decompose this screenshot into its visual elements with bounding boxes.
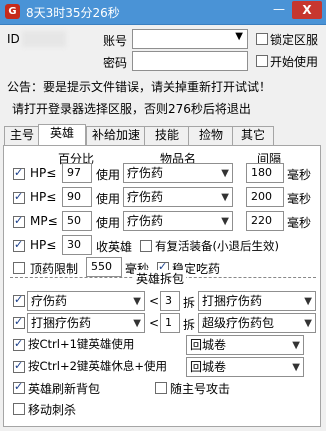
unpack-row-2-item: 打捆疗伤药 <box>31 316 92 330</box>
potion-row-1-stat: HP≤ <box>30 166 57 180</box>
lock-server-checkbox[interactable] <box>256 33 268 45</box>
potion-row-3-value[interactable]: 50 <box>62 211 92 231</box>
unpack-row-2-target: 超级疗伤药包 <box>202 316 275 330</box>
unpack-row-1-item: 疗伤药 <box>31 294 68 308</box>
account-label: 账号 <box>103 34 128 48</box>
unpack-row-1-split: 拆 <box>183 296 196 310</box>
hotkey-2-item-select[interactable]: 回城卷 ▼ <box>186 357 304 377</box>
potion-row-1-item-select[interactable]: 疗伤药 ▼ <box>123 163 233 183</box>
tab-main[interactable]: 主号 <box>4 126 40 145</box>
unpack-row-2-lt: < <box>149 316 160 330</box>
instruction-text: 请打开登录器选择区服，否则276秒后将退出 <box>12 102 251 116</box>
revive-checkbox[interactable] <box>140 240 152 252</box>
unpack-row-1-target-select[interactable]: 打捆疗伤药 ▼ <box>198 291 316 311</box>
hero-unpack-title: 英雄拆包 <box>134 270 187 287</box>
potion-row-3-unit: 毫秒 <box>287 216 312 230</box>
chevron-down-icon: ▼ <box>235 31 243 42</box>
tab-supply[interactable]: 补给加速 <box>86 126 146 145</box>
potion-row-1-item: 疗伤药 <box>127 166 164 180</box>
unpack-row-1-target: 打捆疗伤药 <box>202 294 263 308</box>
limit-label: 顶药限制 <box>30 262 79 276</box>
potion-row-3-item-select[interactable]: 疗伤药 ▼ <box>123 211 233 231</box>
potion-row-1-unit: 毫秒 <box>287 168 312 182</box>
close-button[interactable]: X <box>292 1 322 19</box>
account-field[interactable]: ▼ <box>132 29 248 49</box>
unpack-row-1-item-select[interactable]: 疗伤药 ▼ <box>27 291 145 311</box>
hotkey-1-item: 回城卷 <box>190 338 227 352</box>
potion-row-2-value[interactable]: 90 <box>62 187 92 207</box>
recall-label: 收英雄 <box>96 240 133 254</box>
unpack-row-2-split: 拆 <box>183 318 196 332</box>
chevron-down-icon: ▼ <box>133 318 141 329</box>
potion-row-2-checkbox[interactable] <box>13 190 25 204</box>
follow-attack-checkbox[interactable] <box>155 382 167 394</box>
refresh-bag-label: 英雄刷新背包 <box>28 382 101 396</box>
potion-row-3-checkbox[interactable] <box>13 214 25 228</box>
unpack-row-1-checkbox[interactable] <box>13 293 25 307</box>
potion-row-2-interval[interactable]: 200 <box>246 187 284 207</box>
start-use-label: 开始使用 <box>270 55 319 69</box>
hotkey-2-label: 按Ctrl+2键英雄休息+使用 <box>28 359 168 373</box>
password-label: 密码 <box>103 56 128 70</box>
chevron-down-icon: ▼ <box>133 296 141 307</box>
refresh-bag-checkbox[interactable] <box>13 380 25 394</box>
id-redacted <box>22 31 66 47</box>
unpack-row-1-lt: < <box>149 294 160 308</box>
potion-row-2-item-select[interactable]: 疗伤药 ▼ <box>123 187 233 207</box>
potion-row-3-use: 使用 <box>96 216 121 230</box>
hotkey-2-checkbox[interactable] <box>13 359 25 373</box>
potion-row-3-item: 疗伤药 <box>127 214 164 228</box>
lock-server-label: 锁定区服 <box>270 33 319 47</box>
limit-checkbox[interactable] <box>13 262 25 274</box>
chevron-down-icon: ▼ <box>304 296 312 307</box>
hotkey-2-item: 回城卷 <box>190 360 227 374</box>
minimize-button[interactable]: — <box>268 0 290 20</box>
unpack-row-2-target-select[interactable]: 超级疗伤药包 ▼ <box>198 313 316 333</box>
id-label: ID <box>7 32 20 46</box>
unpack-row-2-item-select[interactable]: 打捆疗伤药 ▼ <box>27 313 145 333</box>
move-stab-checkbox[interactable] <box>13 403 25 415</box>
recall-stat: HP≤ <box>30 238 57 252</box>
potion-row-1-interval[interactable]: 180 <box>246 163 284 183</box>
tab-hero[interactable]: 英雄 <box>38 124 86 146</box>
unpack-row-2-count[interactable]: 1 <box>160 313 180 333</box>
hotkey-1-label: 按Ctrl+1键英雄使用 <box>28 337 135 351</box>
potion-row-1-use: 使用 <box>96 168 121 182</box>
announcement-text: 公告：要是提示文件错误，请关掉重新打开试试！ <box>7 80 272 94</box>
tab-skills[interactable]: 技能 <box>144 126 190 145</box>
tab-other[interactable]: 其它 <box>232 126 274 145</box>
potion-row-3-stat: MP≤ <box>30 214 58 228</box>
recall-value[interactable]: 30 <box>62 235 92 255</box>
potion-row-2-use: 使用 <box>96 192 121 206</box>
tab-pickup[interactable]: 捡物 <box>188 126 234 145</box>
password-field[interactable] <box>132 51 248 71</box>
chevron-down-icon: ▼ <box>221 192 229 203</box>
recall-checkbox[interactable] <box>13 238 25 252</box>
chevron-down-icon: ▼ <box>292 362 300 373</box>
revive-label: 有复活装备(小退后生效) <box>155 239 279 253</box>
limit-value[interactable]: 550 <box>86 257 122 277</box>
potion-row-3-interval[interactable]: 220 <box>246 211 284 231</box>
window-title: 8天3时35分26秒 <box>26 6 120 20</box>
potion-row-2-unit: 毫秒 <box>287 192 312 206</box>
potion-row-1-checkbox[interactable] <box>13 166 25 180</box>
potion-row-2-stat: HP≤ <box>30 190 57 204</box>
chevron-down-icon: ▼ <box>221 216 229 227</box>
hotkey-1-item-select[interactable]: 回城卷 ▼ <box>186 335 304 355</box>
move-stab-label: 移动刺杀 <box>28 403 77 417</box>
chevron-down-icon: ▼ <box>292 340 300 351</box>
start-use-checkbox[interactable] <box>256 55 268 67</box>
follow-attack-label: 随主号攻击 <box>170 382 231 396</box>
unpack-row-1-count[interactable]: 3 <box>160 291 180 311</box>
chevron-down-icon: ▼ <box>221 168 229 179</box>
unpack-row-2-checkbox[interactable] <box>13 315 25 329</box>
potion-row-2-item: 疗伤药 <box>127 190 164 204</box>
chevron-down-icon: ▼ <box>304 318 312 329</box>
app-icon: G <box>5 4 20 19</box>
potion-row-1-value[interactable]: 97 <box>62 163 92 183</box>
hotkey-1-checkbox[interactable] <box>13 337 25 351</box>
